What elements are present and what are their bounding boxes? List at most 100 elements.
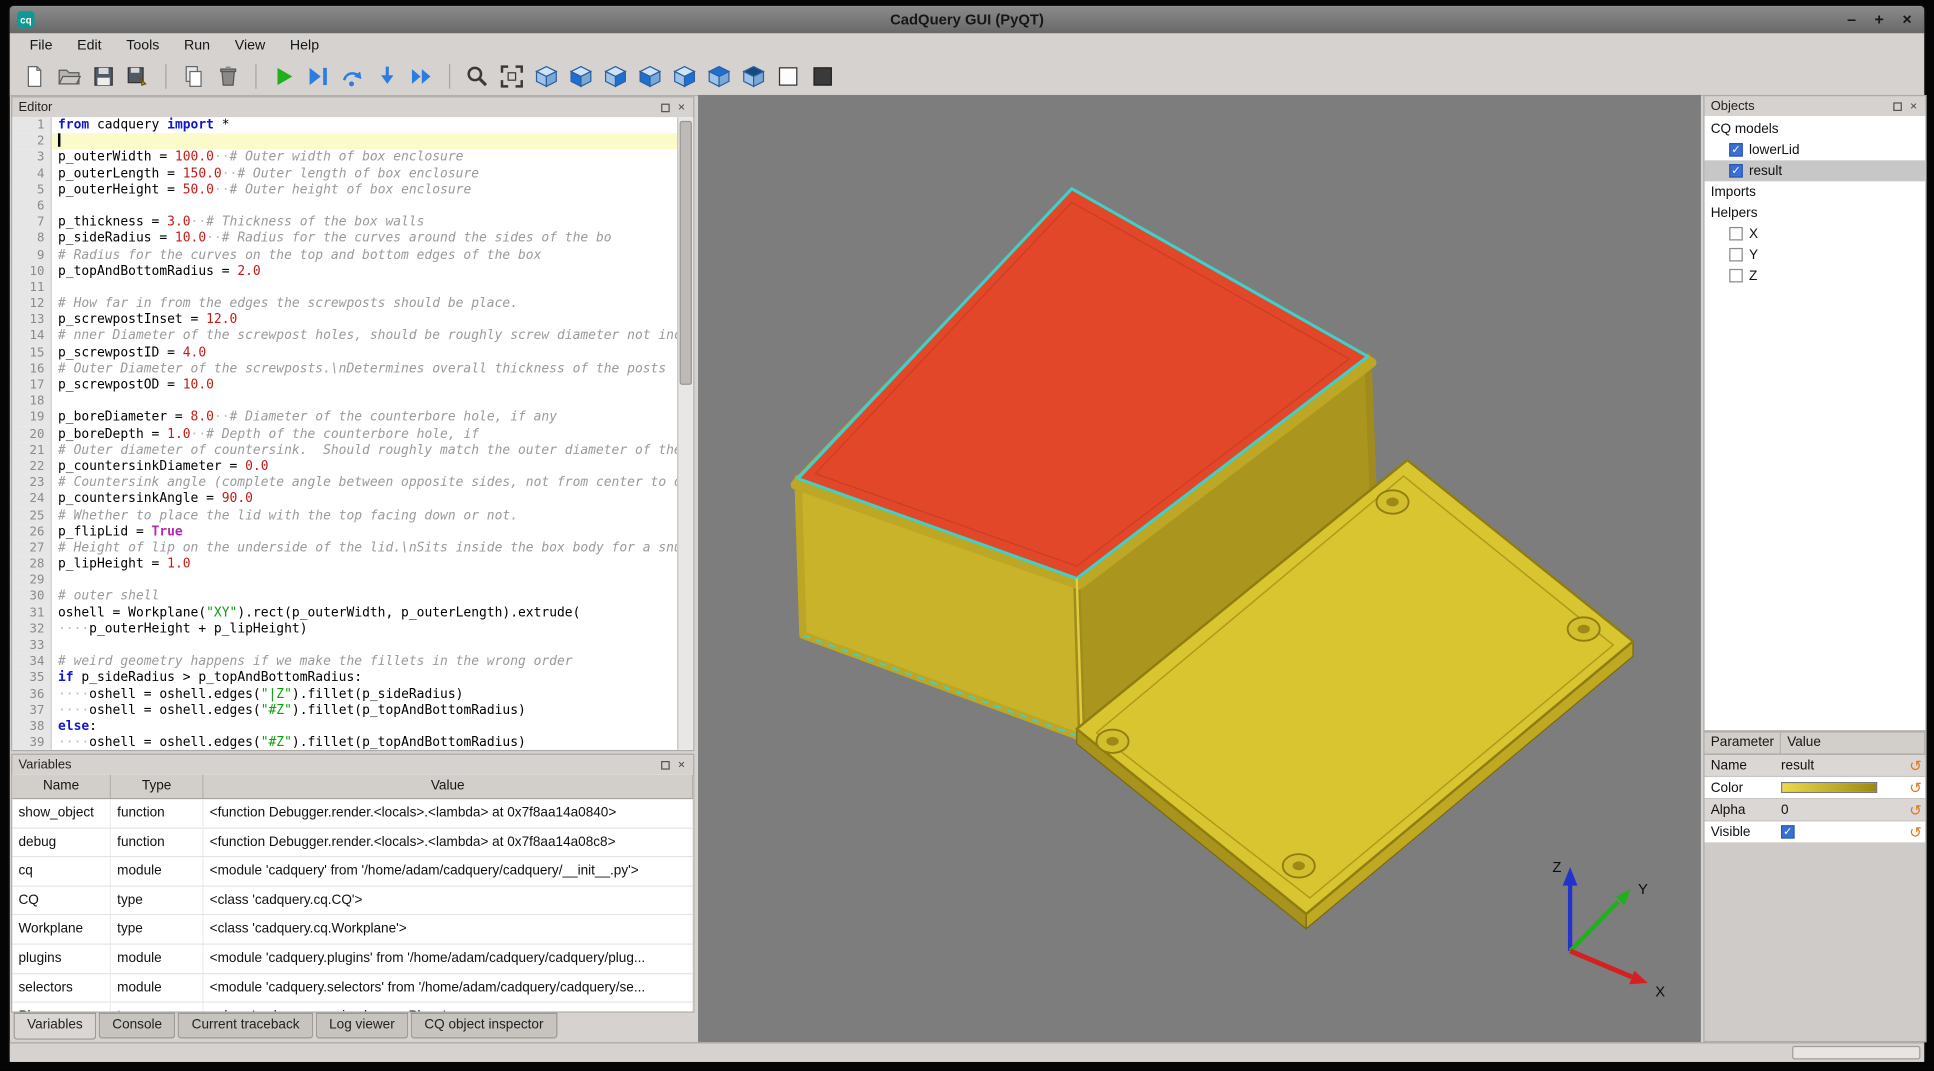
code-editor[interactable]: 1from cadquery import *23p_outerWidth = … [12, 117, 693, 750]
code-line-21[interactable]: 21# Outer diameter of countersink. Shoul… [12, 442, 677, 458]
tree-item-lowerlid[interactable]: ✓lowerLid [1705, 139, 1926, 160]
tab-console[interactable]: Console [99, 1013, 176, 1039]
code-line-12[interactable]: 12# How far in from the edges the screwp… [12, 296, 677, 312]
code-line-30[interactable]: 30# outer shell [12, 589, 677, 605]
variable-row[interactable]: Workplanetype<class 'cadquery.cq.Workpla… [12, 916, 693, 945]
save-button[interactable] [89, 62, 119, 92]
revert-icon[interactable]: ↺ [1906, 757, 1926, 774]
iso-view-button[interactable] [532, 62, 562, 92]
param-row-color[interactable]: Color↺ [1705, 777, 1926, 799]
editor-scrollbar[interactable] [677, 117, 693, 750]
variable-row[interactable]: cqmodule<module 'cadquery' from '/home/a… [12, 857, 693, 886]
tree-group-cq-models[interactable]: CQ models [1705, 118, 1926, 139]
code-line-6[interactable]: 6 [12, 199, 677, 215]
top-view-button[interactable] [704, 62, 734, 92]
tree-item-result[interactable]: ✓result [1705, 160, 1926, 181]
wireframe-button[interactable] [773, 62, 803, 92]
objects-close-button[interactable]: × [1906, 98, 1922, 114]
code-line-33[interactable]: 33 [12, 638, 677, 654]
column-header-value[interactable]: Value [204, 775, 694, 798]
step-over-button[interactable] [338, 62, 368, 92]
fit-all-button[interactable] [497, 62, 527, 92]
editor-close-button[interactable]: × [673, 99, 689, 115]
front-view-button[interactable] [566, 62, 596, 92]
code-line-22[interactable]: 22p_countersinkDiameter = 0.0 [12, 459, 677, 475]
checkbox[interactable]: ✓ [1729, 164, 1743, 178]
code-line-18[interactable]: 18 [12, 394, 677, 410]
menu-file[interactable]: File [17, 36, 65, 56]
right-view-button[interactable] [670, 62, 700, 92]
variable-row[interactable]: CQtype<class 'cadquery.cq.CQ'> [12, 887, 693, 916]
code-line-15[interactable]: 15p_screwpostID = 4.0 [12, 345, 677, 361]
open-file-button[interactable] [54, 62, 84, 92]
variable-row[interactable]: selectorsmodule<module 'cadquery.selecto… [12, 974, 693, 1003]
column-header-type[interactable]: Type [111, 775, 204, 798]
code-line-17[interactable]: 17p_screwpostOD = 10.0 [12, 377, 677, 393]
code-line-38[interactable]: 38else: [12, 719, 677, 735]
param-row-name[interactable]: Nameresult↺ [1705, 755, 1926, 777]
tree-item-z[interactable]: Z [1705, 265, 1926, 286]
code-line-26[interactable]: 26p_flipLid = True [12, 524, 677, 540]
code-line-39[interactable]: 39····oshell = oshell.edges("#Z").fillet… [12, 735, 677, 750]
checkbox[interactable] [1729, 248, 1743, 262]
param-row-visible[interactable]: Visible✓↺ [1705, 821, 1926, 843]
code-line-19[interactable]: 19p_boreDiameter = 8.0··# Diameter of th… [12, 410, 677, 426]
minimize-button[interactable]: – [1847, 6, 1856, 33]
back-view-button[interactable] [601, 62, 631, 92]
shaded-button[interactable] [808, 62, 838, 92]
code-line-36[interactable]: 36····oshell = oshell.edges("|Z").fillet… [12, 686, 677, 702]
code-line-35[interactable]: 35if p_sideRadius > p_topAndBottomRadius… [12, 670, 677, 686]
code-line-37[interactable]: 37····oshell = oshell.edges("#Z").fillet… [12, 703, 677, 719]
visible-checkbox[interactable]: ✓ [1781, 825, 1795, 839]
menu-help[interactable]: Help [278, 36, 332, 56]
code-line-24[interactable]: 24p_countersinkAngle = 90.0 [12, 491, 677, 507]
code-line-23[interactable]: 23# Countersink angle (complete angle be… [12, 475, 677, 491]
code-line-2[interactable]: 2 [12, 133, 677, 149]
revert-icon[interactable]: ↺ [1906, 801, 1926, 818]
code-line-9[interactable]: 9# Radius for the curves on the top and … [12, 247, 677, 263]
objects-float-button[interactable] [1890, 98, 1906, 114]
param-column-header-parameter[interactable]: Parameter [1705, 733, 1781, 754]
titlebar[interactable]: cq CadQuery GUI (PyQT) – + × [10, 6, 1924, 34]
continue-button[interactable] [407, 62, 437, 92]
step-into-button[interactable] [372, 62, 402, 92]
checkbox[interactable] [1729, 269, 1743, 283]
left-view-button[interactable] [635, 62, 665, 92]
copy-button[interactable] [179, 62, 209, 92]
close-button[interactable]: × [1902, 6, 1911, 33]
zoom-button[interactable] [463, 62, 493, 92]
revert-icon[interactable]: ↺ [1906, 779, 1926, 796]
code-line-34[interactable]: 34# weird geometry happens if we make th… [12, 654, 677, 670]
code-line-20[interactable]: 20p_boreDepth = 1.0··# Depth of the coun… [12, 426, 677, 442]
revert-icon[interactable]: ↺ [1906, 823, 1926, 840]
code-line-8[interactable]: 8p_sideRadius = 10.0··# Radius for the c… [12, 231, 677, 247]
save-as-button[interactable] [123, 62, 153, 92]
code-line-1[interactable]: 1from cadquery import * [12, 117, 677, 133]
code-line-3[interactable]: 3p_outerWidth = 100.0··# Outer width of … [12, 150, 677, 166]
variable-row[interactable]: pluginsmodule<module 'cadquery.plugins' … [12, 945, 693, 974]
menu-view[interactable]: View [222, 36, 277, 56]
tree-item-x[interactable]: X [1705, 223, 1926, 244]
column-header-name[interactable]: Name [12, 775, 111, 798]
menu-run[interactable]: Run [172, 36, 223, 56]
code-line-14[interactable]: 14# nner Diameter of the screwpost holes… [12, 329, 677, 345]
tab-cq-object-inspector[interactable]: CQ object inspector [411, 1013, 557, 1039]
variable-row[interactable]: debugfunction<function Debugger.render.<… [12, 828, 693, 857]
code-line-25[interactable]: 25# Whether to place the lid with the to… [12, 508, 677, 524]
code-line-13[interactable]: 13p_screwpostInset = 12.0 [12, 312, 677, 328]
param-column-header-value[interactable]: Value [1781, 733, 1925, 754]
new-file-button[interactable] [20, 62, 50, 92]
variables-float-button[interactable] [657, 757, 673, 773]
delete-button[interactable] [213, 62, 243, 92]
code-line-29[interactable]: 29 [12, 573, 677, 589]
menu-edit[interactable]: Edit [65, 36, 114, 56]
code-area[interactable]: 1from cadquery import *23p_outerWidth = … [12, 117, 677, 750]
code-line-10[interactable]: 10p_topAndBottomRadius = 2.0 [12, 264, 677, 280]
code-line-28[interactable]: 28p_lipHeight = 1.0 [12, 556, 677, 572]
code-line-11[interactable]: 11 [12, 280, 677, 296]
tab-current-traceback[interactable]: Current traceback [178, 1013, 313, 1039]
code-line-27[interactable]: 27# Height of lip on the underside of th… [12, 540, 677, 556]
code-line-31[interactable]: 31oshell = Workplane("XY").rect(p_outerW… [12, 605, 677, 621]
tree-item-y[interactable]: Y [1705, 244, 1926, 265]
code-line-32[interactable]: 32····p_outerHeight + p_lipHeight) [12, 621, 677, 637]
